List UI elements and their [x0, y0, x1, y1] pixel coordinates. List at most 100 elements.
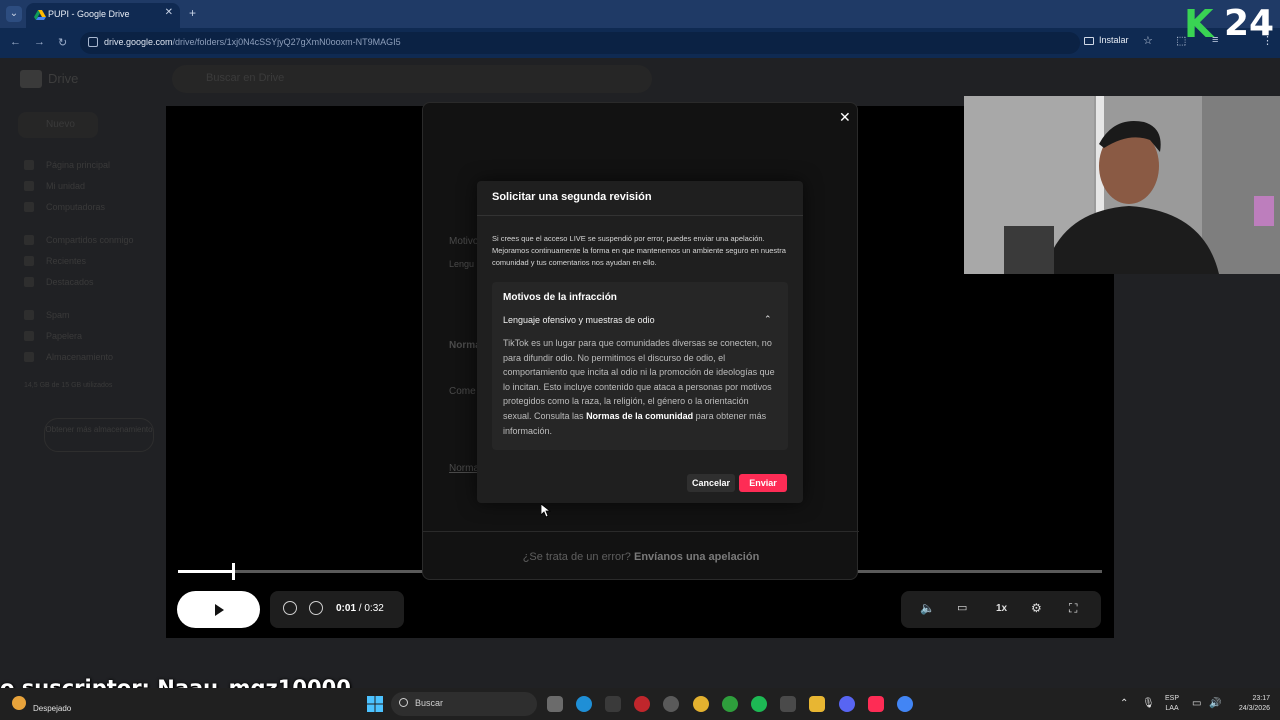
url-host: drive.google.com — [104, 37, 173, 47]
computers-icon — [24, 202, 34, 212]
forward-icon[interactable]: → — [34, 36, 45, 48]
ghost-norma: Norma — [449, 340, 481, 351]
chrome-secondary-icon[interactable] — [897, 696, 913, 712]
reasons-title: Motivos de la infracción — [503, 292, 617, 303]
task-view-icon[interactable] — [547, 696, 563, 712]
app-icon-1[interactable] — [605, 696, 621, 712]
shared-icon — [24, 235, 34, 245]
tray-chevron-icon[interactable]: ⌃ — [1120, 698, 1128, 709]
speaker-icon[interactable]: 🔊 — [1209, 698, 1221, 709]
video-progress-fill — [178, 570, 233, 573]
sidebar-item-spam[interactable]: Spam — [46, 310, 70, 320]
bookmark-star-icon[interactable]: ☆ — [1143, 34, 1153, 47]
chrome-icon[interactable] — [693, 696, 709, 712]
discord-icon[interactable] — [839, 696, 855, 712]
edge-icon[interactable] — [576, 696, 592, 712]
recent-icon — [24, 256, 34, 266]
drive-favicon-icon — [34, 10, 46, 20]
chevron-up-icon[interactable]: ⌃ — [764, 314, 772, 325]
install-button[interactable]: Instalar — [1099, 35, 1129, 45]
address-bar[interactable]: drive.google.com/drive/folders/1xj0N4cSS… — [80, 32, 1080, 54]
back-icon[interactable]: ← — [10, 36, 21, 48]
taskbar-search[interactable]: Buscar — [391, 692, 537, 716]
ghost-come: Come — [449, 386, 476, 397]
clock-time: 23:17 — [1252, 695, 1270, 702]
weather-sun-icon[interactable] — [12, 696, 26, 710]
webcam-feed — [964, 96, 1280, 274]
send-button[interactable]: Enviar — [739, 474, 787, 492]
microphone-icon[interactable]: 🎙 — [1142, 698, 1155, 709]
community-guidelines-link[interactable]: Normas de la comunidad — [586, 411, 693, 421]
time-total: 0:32 — [364, 603, 384, 614]
home-icon — [24, 160, 34, 170]
sidebar-item-starred[interactable]: Destacados — [46, 277, 94, 287]
video-progress-thumb[interactable] — [232, 563, 235, 580]
play-button[interactable] — [177, 591, 260, 628]
language-indicator[interactable]: ESP LAA — [1165, 694, 1179, 714]
spotify-icon[interactable] — [751, 696, 767, 712]
reload-icon[interactable]: ↻ — [58, 36, 67, 49]
playback-controls: 0:01 / 0:32 — [270, 591, 404, 628]
play-icon — [215, 604, 224, 616]
app-icon-3[interactable] — [663, 696, 679, 712]
dialog-divider — [477, 215, 803, 216]
sidebar-item-my-drive[interactable]: Mi unidad — [46, 181, 85, 191]
get-storage-button[interactable]: Obtener más almacenamiento — [44, 418, 154, 452]
appeal-question: ¿Se trata de un error? — [522, 551, 631, 563]
close-icon[interactable]: ✕ — [839, 109, 851, 126]
sidebar-item-computers[interactable]: Computadoras — [46, 202, 105, 212]
drive-search-placeholder: Buscar en Drive — [206, 72, 285, 84]
fullscreen-icon[interactable]: ⛶ — [1069, 601, 1077, 616]
system-clock[interactable]: 23:17 24/3/2026 — [1228, 694, 1270, 714]
forward-skip-icon[interactable] — [309, 601, 323, 615]
storage-usage-text: 14,5 GB de 15 GB utilizados — [24, 382, 113, 389]
clock-date: 24/3/2026 — [1238, 705, 1270, 712]
reason-name[interactable]: Lenguaje ofensivo y muestras de odio — [503, 315, 655, 325]
appeal-prompt: ¿Se trata de un error? Envíanos una apel… — [423, 551, 859, 563]
sidebar-item-shared[interactable]: Compartidos conmigo — [46, 235, 134, 245]
windows-start-icon[interactable] — [367, 696, 383, 712]
rewind-icon[interactable] — [283, 601, 297, 615]
tab-search-button[interactable]: ⌄ — [6, 6, 22, 22]
url-text: drive.google.com/drive/folders/1xj0N4cSS… — [104, 37, 401, 47]
dialog-description: Si crees que el acceso LIVE se suspendió… — [492, 234, 786, 267]
tab-close-icon[interactable]: ✕ — [165, 7, 173, 18]
network-icon[interactable]: ▭ — [1192, 698, 1201, 709]
weather-label[interactable]: Despejado — [33, 704, 71, 713]
search-icon — [399, 698, 408, 707]
volume-icon[interactable]: 🔈 — [920, 601, 935, 615]
lang-bottom: LAA — [1165, 705, 1179, 712]
tiktok-icon[interactable] — [868, 696, 884, 712]
drive-search-input[interactable]: Buscar en Drive — [172, 65, 652, 93]
violation-reasons-panel: Motivos de la infracción Lenguaje ofensi… — [492, 282, 788, 450]
new-tab-button[interactable]: + — [189, 6, 196, 20]
sidebar-item-trash[interactable]: Papelera — [46, 331, 82, 341]
drive-new-button[interactable]: Nuevo — [18, 112, 98, 138]
settings-gear-icon[interactable]: ⚙ — [1031, 601, 1042, 615]
sidebar-item-home[interactable]: Página principal — [46, 160, 110, 170]
k24-logo-letter: K — [1184, 2, 1214, 46]
time-separator: / — [358, 603, 362, 614]
url-path: /drive/folders/1xj0N4cSSYjyQ27gXmN0ooxm-… — [172, 37, 401, 47]
sidebar-item-recent[interactable]: Recientes — [46, 256, 86, 266]
player-settings-controls: 🔈 ▭ 1x ⚙ ⛶ — [901, 591, 1101, 628]
taskbar-search-label: Buscar — [415, 698, 444, 708]
file-explorer-icon[interactable] — [809, 696, 825, 712]
appeal-link[interactable]: Envíanos una apelación — [634, 551, 759, 563]
tab-drive[interactable]: PUPI - Google Drive ✕ — [26, 3, 180, 28]
site-info-icon[interactable] — [88, 37, 98, 47]
drive-new-label: Nuevo — [46, 119, 75, 130]
spam-icon — [24, 310, 34, 320]
app-icon-2[interactable] — [634, 696, 650, 712]
captions-icon[interactable]: ▭ — [957, 601, 967, 614]
speed-button[interactable]: 1x — [996, 603, 1007, 614]
xbox-icon[interactable] — [722, 696, 738, 712]
cancel-button[interactable]: Cancelar — [687, 474, 735, 492]
tab-title: PUPI - Google Drive — [48, 9, 130, 19]
storage-icon — [24, 352, 34, 362]
trash-icon — [24, 331, 34, 341]
drive-logo-icon — [20, 70, 42, 88]
browser-tab-bar: ⌄ PUPI - Google Drive ✕ + — [0, 0, 1280, 28]
app-icon-4[interactable] — [780, 696, 796, 712]
sidebar-item-storage[interactable]: Almacenamiento — [46, 352, 113, 362]
